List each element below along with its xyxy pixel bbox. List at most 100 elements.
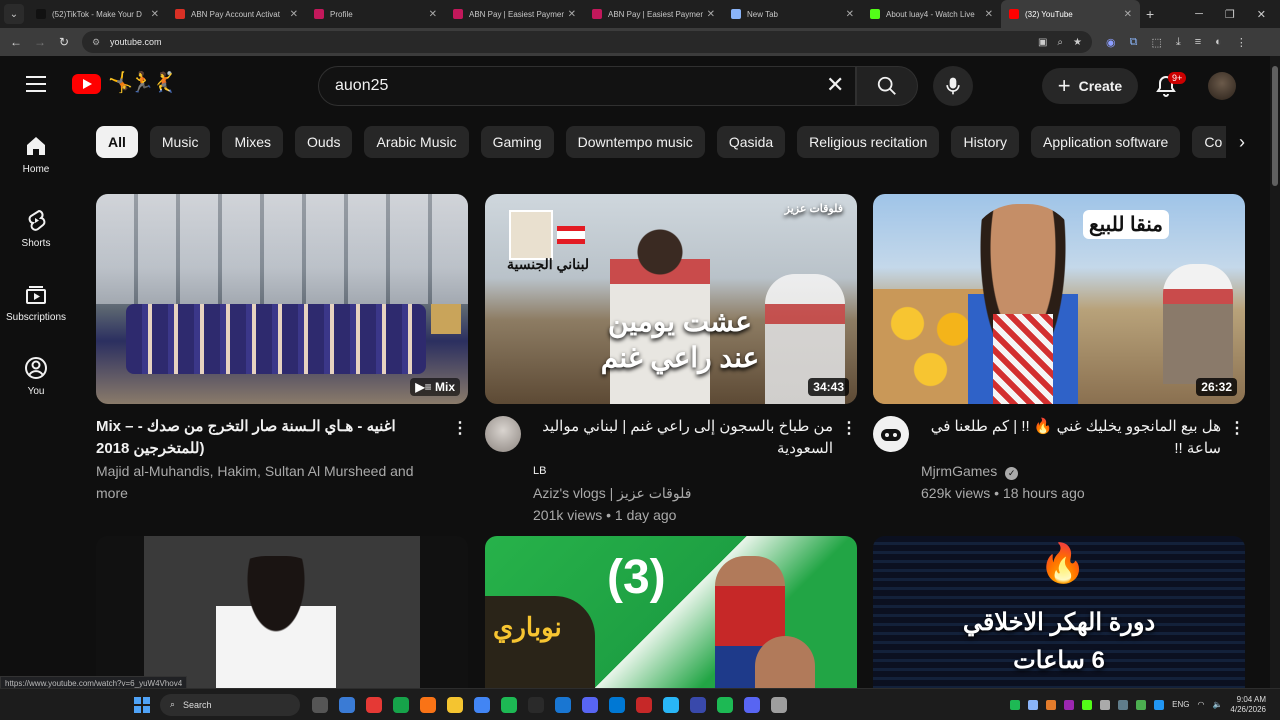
video-card[interactable]: ▶≡ Mix Mix – اغنيه - هـاي الـسنة صار الت… (96, 194, 468, 501)
tray-icon[interactable] (1028, 699, 1039, 710)
tab-close-icon[interactable]: ✕ (1124, 9, 1132, 20)
scrollbar-thumb[interactable] (1272, 66, 1278, 186)
browser-tab[interactable]: ABN Pay Account Activat ✕ (167, 0, 306, 28)
minimize-icon[interactable]: ─ (1195, 8, 1203, 21)
tab-close-icon[interactable]: ✕ (429, 9, 437, 20)
video-card[interactable]: نوباري (3) (485, 536, 857, 688)
voice-search-button[interactable] (933, 66, 973, 106)
close-window-icon[interactable]: ✕ (1257, 8, 1266, 21)
widgets-icon[interactable] (339, 696, 355, 713)
discord-icon[interactable] (744, 696, 760, 713)
video-card[interactable]: فلوقات عزيز لبناني الجنسية عشت يومين عند… (485, 194, 857, 523)
clear-search-icon[interactable]: ✕ (826, 73, 844, 97)
download-icon[interactable]: ⤓ (1176, 36, 1181, 49)
video-thumbnail[interactable]: فلوقات عزيز لبناني الجنسية عشت يومين عند… (485, 194, 857, 404)
settings-icon[interactable] (771, 696, 787, 713)
restore-icon[interactable]: ❐ (1225, 8, 1235, 21)
video-title[interactable]: هل بيع المانجوو يخليك غني 🔥 !! | كم طلعن… (921, 416, 1221, 460)
tray-icon[interactable] (1118, 699, 1129, 710)
create-button[interactable]: + Create (1042, 68, 1138, 104)
back-icon[interactable]: ← (4, 35, 28, 49)
bookmark-star-icon[interactable]: ★ (1073, 37, 1082, 48)
site-info-icon[interactable]: ⚙ (92, 37, 104, 48)
chrome-icon[interactable] (474, 696, 490, 713)
youtube-logo-icon[interactable] (72, 74, 101, 94)
more-actions-icon[interactable]: ⋮ (1229, 418, 1245, 438)
edge-icon[interactable] (609, 696, 625, 713)
video-card[interactable] (96, 536, 468, 688)
forward-icon[interactable]: → (28, 35, 52, 49)
tab-close-icon[interactable]: ✕ (846, 9, 854, 20)
page-scrollbar[interactable] (1270, 56, 1280, 688)
volume-icon[interactable]: 🔈 (1212, 700, 1222, 709)
chevron-right-icon[interactable]: › (1226, 126, 1258, 158)
browser-menu-icon[interactable]: ⋮ (1236, 36, 1247, 49)
cast-icon[interactable]: ▣ (1038, 37, 1047, 48)
new-tab-button[interactable]: + (1146, 6, 1166, 22)
video-channel[interactable]: Aziz's vlogs | فلوقات عزيز (533, 482, 833, 504)
browser-tab[interactable]: About luay4 - Watch Live ✕ (862, 0, 1001, 28)
more-actions-icon[interactable]: ⋮ (452, 418, 468, 438)
video-card[interactable]: منقا للبيع 26:32 هل بيع المانجوو يخليك غ… (873, 194, 1245, 501)
video-title[interactable]: من طباخ بالسجون إلى راعي غنم | لبناني مو… (533, 416, 833, 460)
discord-extension-icon[interactable]: ◉ (1106, 36, 1116, 49)
filter-chip[interactable]: Gaming (480, 126, 554, 158)
wifi-icon[interactable]: ◠ (1197, 700, 1204, 709)
task-view-icon[interactable] (312, 696, 328, 713)
video-thumbnail[interactable]: منقا للبيع 26:32 (873, 194, 1245, 404)
browser-tab[interactable]: (52)TikTok - Make Your D ✕ (28, 0, 167, 28)
telegram-icon[interactable] (663, 696, 679, 713)
video-channel[interactable]: MjrmGames (921, 463, 997, 479)
search-input[interactable]: auon25 (318, 66, 856, 106)
more-actions-icon[interactable]: ⋮ (841, 418, 857, 438)
tray-icon[interactable] (1082, 699, 1093, 710)
filter-chip[interactable]: Qasida (716, 126, 786, 158)
address-bar[interactable]: ⚙ youtube.com ▣ ⌕ ★ (82, 31, 1092, 53)
clock[interactable]: 9:04 AM 4/26/2026 (1230, 695, 1266, 715)
tray-icon[interactable] (1100, 699, 1111, 710)
tray-icon[interactable] (1064, 699, 1075, 710)
filter-chip[interactable]: Music (149, 126, 211, 158)
video-title[interactable]: Mix – اغنيه - هـاي الـسنة صار التخرج من … (96, 416, 444, 460)
filter-chip[interactable]: Application software (1031, 126, 1181, 158)
translate-extension-icon[interactable]: ⧉ (1130, 36, 1138, 49)
screen-recorder-icon[interactable] (636, 696, 652, 713)
reading-list-icon[interactable]: ≡ (1195, 36, 1201, 49)
sidebar-item-shorts[interactable]: Shorts (0, 190, 72, 264)
search-button[interactable] (856, 66, 918, 106)
sidebar-item-home[interactable]: Home (0, 116, 72, 190)
language-indicator[interactable]: ENG (1172, 700, 1189, 709)
video-thumbnail[interactable]: 🔥 دورة الهكر الاخلاقي 6 ساعات (873, 536, 1245, 688)
spotify-icon[interactable] (717, 696, 733, 713)
filter-chip[interactable]: History (951, 126, 1020, 158)
taskbar-search[interactable]: ⌕ Search (160, 693, 300, 716)
browser-tab[interactable]: ABN Pay | Easiest Paymen ✕ (445, 0, 584, 28)
tab-close-icon[interactable]: ✕ (290, 9, 298, 20)
filter-chip[interactable]: Religious recitation (797, 126, 940, 158)
video-card[interactable]: 🔥 دورة الهكر الاخلاقي 6 ساعات (873, 536, 1245, 688)
browser-tab[interactable]: New Tab ✕ (723, 0, 862, 28)
brave-icon[interactable] (420, 696, 436, 713)
video-thumbnail[interactable]: نوباري (3) (485, 536, 857, 688)
account-avatar[interactable] (1208, 72, 1236, 100)
windows-start-icon[interactable] (134, 696, 150, 713)
xbox-app-icon[interactable] (501, 696, 517, 713)
filter-chip[interactable]: All (96, 126, 138, 158)
channel-avatar[interactable] (873, 416, 909, 452)
tray-icon[interactable] (1136, 699, 1147, 710)
spotify-tray-icon[interactable] (1010, 699, 1021, 710)
filter-chip[interactable]: Arabic Music (364, 126, 469, 158)
browser-tab[interactable]: Profile ✕ (306, 0, 445, 28)
tab-search-button[interactable]: ⌄ (4, 4, 24, 24)
video-thumbnail[interactable]: ▶≡ Mix (96, 194, 468, 404)
tray-icon[interactable] (1154, 699, 1165, 710)
tab-close-icon[interactable]: ✕ (707, 9, 715, 20)
xbox-icon[interactable] (393, 696, 409, 713)
extensions-icon[interactable]: ⬚ (1151, 36, 1161, 49)
azure-icon[interactable] (582, 696, 598, 713)
video-thumbnail[interactable] (96, 536, 468, 688)
steam-icon[interactable] (528, 696, 544, 713)
browser-tab[interactable]: (32) YouTube ✕ (1001, 0, 1140, 28)
tab-close-icon[interactable]: ✕ (985, 9, 993, 20)
browser-tab[interactable]: ABN Pay | Easiest Paymen ✕ (584, 0, 723, 28)
